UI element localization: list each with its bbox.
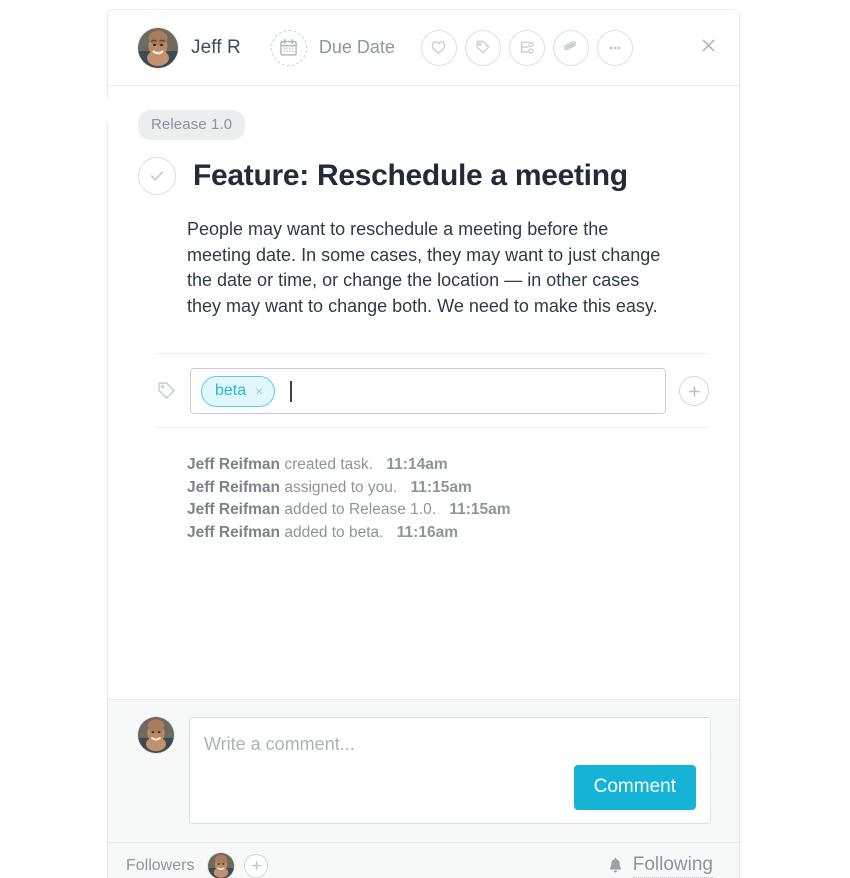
- panel-pointer-tail: [96, 96, 110, 126]
- text-cursor: [290, 380, 293, 402]
- activity-user: Jeff Reifman: [187, 524, 281, 542]
- activity-user: Jeff Reifman: [187, 478, 281, 496]
- activity-action: added to beta.: [284, 524, 384, 542]
- tag-outline-icon: [155, 380, 177, 402]
- followers-label: Followers: [126, 856, 195, 874]
- check-circle-icon: [150, 171, 164, 181]
- page-title[interactable]: Feature: Reschedule a meeting: [193, 159, 628, 194]
- activity-time: 11:15am: [410, 478, 472, 496]
- plus-icon: [688, 385, 700, 397]
- activity-item: Jeff Reifman assigned to you. 11:15am: [187, 477, 709, 500]
- following-label: Following: [632, 854, 713, 878]
- attachment-button[interactable]: [552, 29, 589, 66]
- bell-icon: [609, 857, 621, 873]
- due-date-circle: [270, 29, 307, 66]
- task-description[interactable]: People may want to reschedule a meeting …: [187, 217, 677, 319]
- add-follower-button[interactable]: [244, 853, 269, 878]
- ellipsis-icon: [609, 46, 621, 49]
- assignee-name: Jeff R: [191, 36, 241, 58]
- due-date-label: Due Date: [318, 37, 395, 57]
- screen: Jeff R Due Date Release 1.0 Feature: Res…: [0, 0, 850, 878]
- tag-input-field[interactable]: beta ×: [190, 368, 666, 415]
- subtask-icon: [520, 41, 534, 54]
- activity-item: Jeff Reifman added to Release 1.0. 11:15…: [187, 499, 709, 522]
- task-detail-panel: Jeff R Due Date Release 1.0 Feature: Res…: [108, 10, 739, 878]
- calendar-icon: [280, 39, 298, 56]
- activity-time: 11:15am: [449, 501, 511, 519]
- task-header: Jeff R Due Date: [108, 10, 739, 86]
- activity-action: assigned to you.: [284, 478, 398, 496]
- activity-item: Jeff Reifman created task. 11:14am: [187, 454, 709, 477]
- comment-input[interactable]: Write a comment... Comment: [189, 717, 711, 824]
- comment-author-avatar: [138, 717, 174, 753]
- like-button[interactable]: [420, 29, 457, 66]
- tag-button[interactable]: [464, 29, 501, 66]
- activity-user: Jeff Reifman: [187, 456, 281, 474]
- activity-time: 11:14am: [386, 456, 448, 474]
- task-action-icons: [420, 29, 633, 66]
- activity-time: 11:16am: [396, 524, 458, 542]
- activity-log: Jeff Reifman created task. 11:14am Jeff …: [187, 454, 709, 545]
- mark-complete-button[interactable]: [138, 157, 176, 195]
- more-options-button[interactable]: [596, 29, 633, 66]
- add-tag-button[interactable]: [679, 376, 709, 407]
- task-title-row: Feature: Reschedule a meeting: [138, 157, 709, 195]
- heart-icon: [432, 41, 446, 54]
- follower-avatar[interactable]: [208, 852, 235, 878]
- close-button[interactable]: [695, 32, 721, 58]
- submit-comment-button[interactable]: Comment: [573, 765, 696, 810]
- tag-chip-beta[interactable]: beta ×: [201, 375, 276, 407]
- paperclip-icon: [564, 40, 577, 51]
- followers-bar: Followers Following: [108, 842, 739, 878]
- tag-icon: [476, 40, 490, 54]
- due-date-button[interactable]: Due Date: [270, 29, 395, 66]
- plus-icon: [252, 861, 261, 870]
- project-badge[interactable]: Release 1.0: [138, 110, 246, 140]
- activity-item: Jeff Reifman added to beta. 11:16am: [187, 522, 709, 545]
- subtask-button[interactable]: [508, 29, 545, 66]
- close-icon: [702, 39, 714, 51]
- comment-composer: Write a comment... Comment: [108, 699, 739, 842]
- comment-placeholder: Write a comment...: [204, 734, 355, 754]
- tag-chip-remove-icon[interactable]: ×: [255, 384, 263, 398]
- project-badge-row: Release 1.0: [138, 110, 709, 140]
- activity-action: added to Release 1.0.: [284, 501, 437, 519]
- following-toggle[interactable]: Following: [607, 854, 713, 878]
- task-body: Release 1.0 Feature: Reschedule a meetin…: [108, 86, 739, 699]
- assignee-avatar[interactable]: [138, 27, 178, 68]
- activity-action: created task.: [284, 456, 374, 474]
- tag-chip-label: beta: [215, 381, 247, 399]
- tags-row: beta ×: [155, 353, 709, 429]
- activity-user: Jeff Reifman: [187, 501, 281, 519]
